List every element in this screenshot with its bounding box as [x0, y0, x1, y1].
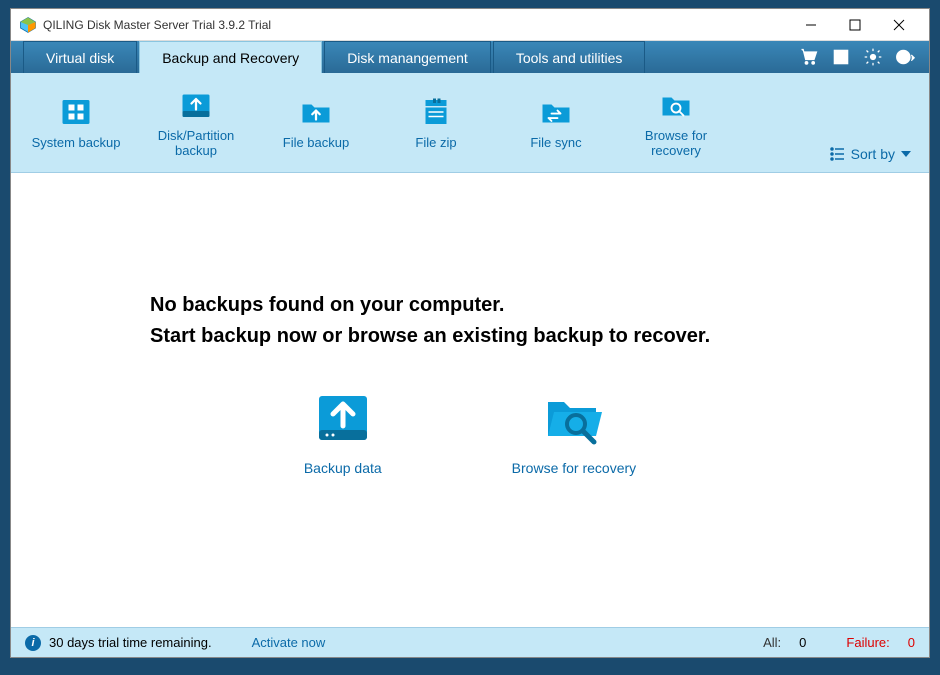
tool-label: File sync [530, 136, 581, 151]
file-backup-button[interactable]: File backup [271, 94, 361, 151]
list-icon [829, 146, 845, 162]
help-icon[interactable] [895, 47, 915, 67]
stat-all: All: 0 [763, 635, 806, 650]
trial-message: 30 days trial time remaining. [49, 635, 212, 650]
tool-label: File backup [283, 136, 349, 151]
empty-message-2: Start backup now or browse an existing b… [150, 325, 790, 348]
status-right: All: 0 Failure: 0 [763, 635, 915, 650]
system-backup-button[interactable]: System backup [31, 94, 121, 151]
tool-label: Browse for recovery [645, 129, 707, 159]
tab-virtual-disk[interactable]: Virtual disk [23, 41, 137, 73]
activate-link[interactable]: Activate now [252, 635, 326, 650]
toolbar: System backup Disk/Partition backup File… [11, 73, 929, 173]
system-backup-icon [58, 94, 94, 130]
maximize-button[interactable] [833, 10, 877, 40]
file-sync-button[interactable]: File sync [511, 94, 601, 151]
file-backup-icon [298, 94, 334, 130]
stat-failure: Failure: 0 [846, 635, 915, 650]
failure-label: Failure: [846, 635, 889, 650]
app-window: QILING Disk Master Server Trial 3.9.2 Tr… [10, 8, 930, 658]
backup-data-button[interactable]: Backup data [304, 386, 382, 476]
action-label: Backup data [304, 460, 382, 476]
chevron-down-icon [901, 149, 911, 159]
browse-recovery-main-button[interactable]: Browse for recovery [512, 386, 636, 476]
disk-backup-icon [178, 87, 214, 123]
list-icon[interactable] [831, 47, 851, 67]
cart-icon[interactable] [799, 47, 819, 67]
status-info: i 30 days trial time remaining. [25, 635, 212, 651]
sort-by-button[interactable]: Sort by [829, 146, 911, 162]
window-controls [789, 10, 921, 40]
backup-data-icon [311, 386, 375, 450]
failure-value: 0 [908, 635, 915, 650]
statusbar: i 30 days trial time remaining. Activate… [11, 627, 929, 657]
close-button[interactable] [877, 10, 921, 40]
titlebar-title: QILING Disk Master Server Trial 3.9.2 Tr… [43, 18, 789, 32]
minimize-button[interactable] [789, 10, 833, 40]
file-sync-icon [538, 94, 574, 130]
sort-by-label: Sort by [851, 146, 895, 162]
tab-disk-management[interactable]: Disk manangement [324, 41, 491, 73]
browse-recovery-button[interactable]: Browse for recovery [631, 87, 721, 159]
file-zip-button[interactable]: File zip [391, 94, 481, 151]
main-actions: Backup data Browse for recovery [304, 386, 636, 476]
action-label: Browse for recovery [512, 460, 636, 476]
info-icon: i [25, 635, 41, 651]
disk-partition-backup-button[interactable]: Disk/Partition backup [151, 87, 241, 159]
all-label: All: [763, 635, 781, 650]
tool-label: Disk/Partition backup [158, 129, 235, 159]
tabbar-right [799, 41, 929, 73]
empty-message-1: No backups found on your computer. [150, 294, 790, 317]
all-value: 0 [799, 635, 806, 650]
file-zip-icon [418, 94, 454, 130]
main-area: No backups found on your computer. Start… [11, 173, 929, 627]
tool-label: File zip [415, 136, 456, 151]
tool-label: System backup [32, 136, 121, 151]
browse-recovery-main-icon [542, 386, 606, 450]
tabbar: Virtual disk Backup and Recovery Disk ma… [11, 41, 929, 73]
tab-tools-utilities[interactable]: Tools and utilities [493, 41, 646, 73]
browse-recovery-icon [658, 87, 694, 123]
titlebar: QILING Disk Master Server Trial 3.9.2 Tr… [11, 9, 929, 41]
app-icon [19, 16, 37, 34]
gear-icon[interactable] [863, 47, 883, 67]
tab-backup-recovery[interactable]: Backup and Recovery [139, 41, 322, 73]
